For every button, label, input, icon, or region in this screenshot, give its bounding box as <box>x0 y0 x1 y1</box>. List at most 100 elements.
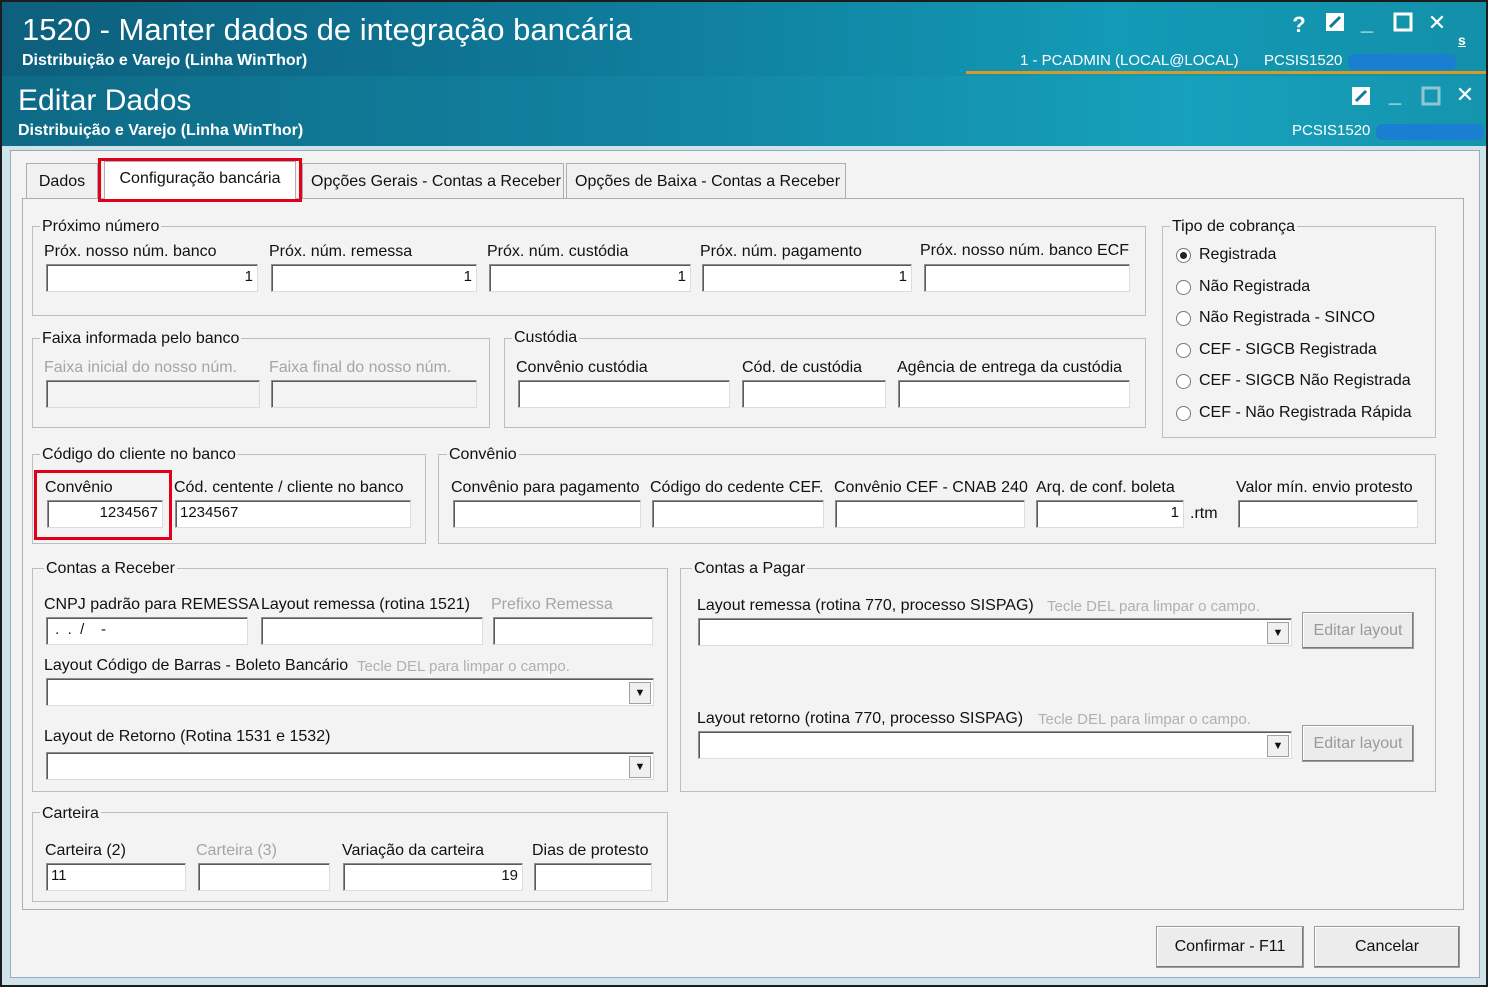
routine-code: PCSIS1520 <box>1264 52 1343 69</box>
dialog-title: Editar Dados <box>18 84 192 117</box>
redacted-info <box>1348 54 1456 70</box>
radio-registrada[interactable] <box>1176 248 1191 263</box>
input-variacao-carteira[interactable]: 19 <box>343 863 523 891</box>
group-codigo-cliente-title: Código do cliente no banco <box>40 446 238 464</box>
highlight-tab-box <box>98 158 302 202</box>
radio-nao-registrada[interactable] <box>1176 280 1191 295</box>
label-prox-remessa: Próx. núm. remessa <box>269 243 413 260</box>
label-variacao-carteira: Variação da carteira <box>342 842 484 859</box>
input-carteira-3[interactable] <box>198 863 330 891</box>
edit-window-icon[interactable] <box>1320 12 1350 38</box>
label-convenio-cnab: Convênio CEF - CNAB 240 <box>834 479 1028 496</box>
hint-layout-barras: Tecle DEL para limpar o campo. <box>357 658 570 675</box>
help-icon[interactable]: ? <box>1284 12 1314 38</box>
input-arq-conf-boleta[interactable]: 1 <box>1036 500 1184 528</box>
input-convenio-cnab[interactable] <box>835 500 1025 528</box>
label-prox-custodia: Próx. núm. custódia <box>487 243 629 260</box>
select-pagar-retorno[interactable]: ▼ <box>698 731 1292 759</box>
label-cod-custodia: Cód. de custódia <box>742 359 863 376</box>
group-convenio <box>438 454 1436 544</box>
dialog-minimize-icon[interactable]: _ <box>1380 82 1410 108</box>
label-dias-protesto: Dias de protesto <box>532 842 649 859</box>
chevron-down-icon[interactable]: ▼ <box>629 682 651 704</box>
radio-cef-sigcb-nao-registrada[interactable] <box>1176 374 1191 389</box>
input-cedente-cef[interactable] <box>652 500 824 528</box>
label-cnpj-remessa: CNPJ padrão para REMESSA <box>44 596 260 613</box>
group-faixa-title: Faixa informada pelo banco <box>40 330 242 348</box>
input-carteira-2[interactable]: 11 <box>46 863 186 891</box>
radio-label-cef-nao-registrada-rapida: CEF - Não Registrada Rápida <box>1199 404 1412 421</box>
input-prox-remessa[interactable]: 1 <box>271 264 477 292</box>
group-convenio-title: Convênio <box>447 446 519 464</box>
label-cedente-cef: Código do cedente CEF. <box>650 479 824 496</box>
input-convenio-pagamento[interactable] <box>453 500 641 528</box>
outer-title-bar: 1520 - Manter dados de integração bancár… <box>0 0 1488 76</box>
dialog-maximize-icon <box>1416 86 1446 112</box>
label-prox-ecf: Próx. nosso núm. banco ECF <box>920 242 1129 259</box>
user-info: 1 - PCADMIN (LOCAL@LOCAL) <box>1020 52 1239 69</box>
input-convenio-custodia[interactable] <box>518 380 730 408</box>
chevron-down-icon[interactable]: ▼ <box>629 756 651 778</box>
side-link[interactable]: s <box>1458 32 1466 48</box>
input-prox-ecf[interactable] <box>924 264 1130 292</box>
select-layout-barras[interactable]: ▼ <box>46 678 654 706</box>
inner-title-bar: Editar Dados Distribuição e Varejo (Linh… <box>0 76 1488 146</box>
cancel-button[interactable]: Cancelar <box>1314 926 1460 968</box>
confirm-button[interactable]: Confirmar - F11 <box>1156 926 1304 968</box>
chevron-down-icon[interactable]: ▼ <box>1267 735 1289 757</box>
group-carteira-title: Carteira <box>40 805 101 823</box>
radio-cef-nao-registrada-rapida[interactable] <box>1176 406 1191 421</box>
label-cod-cedente: Cód. centente / cliente no banco <box>174 479 404 496</box>
select-layout-retorno[interactable]: ▼ <box>46 752 654 780</box>
input-cod-custodia[interactable] <box>742 380 886 408</box>
tab-dados[interactable]: Dados <box>26 163 98 199</box>
input-layout-remessa[interactable] <box>261 617 483 645</box>
radio-label-cef-sigcb-nao-registrada: CEF - SIGCB Não Registrada <box>1199 372 1411 389</box>
select-pagar-remessa[interactable]: ▼ <box>698 618 1292 646</box>
label-carteira-3: Carteira (3) <box>196 842 277 859</box>
label-layout-barras: Layout Código de Barras - Boleto Bancári… <box>44 657 349 674</box>
input-prox-pagamento[interactable]: 1 <box>702 264 912 292</box>
tab-opcoes-gerais[interactable]: Opções Gerais - Contas a Receber <box>302 163 564 199</box>
edit-layout-remessa-button[interactable]: Editar layout <box>1302 612 1414 649</box>
radio-label-cef-sigcb-registrada: CEF - SIGCB Registrada <box>1199 341 1377 358</box>
group-contas-pagar-title: Contas a Pagar <box>692 560 808 578</box>
group-contas-receber-title: Contas a Receber <box>44 560 177 578</box>
edit-dialog-icon[interactable] <box>1346 86 1376 112</box>
radio-label-registrada: Registrada <box>1199 246 1277 263</box>
radio-cef-sigcb-registrada[interactable] <box>1176 343 1191 358</box>
input-agencia-custodia[interactable] <box>898 380 1130 408</box>
input-dias-protesto[interactable] <box>534 863 652 891</box>
label-prox-pagamento: Próx. núm. pagamento <box>700 243 862 260</box>
label-prox-nosso-num: Próx. nosso núm. banco <box>44 243 217 260</box>
dialog-close-icon[interactable]: ✕ <box>1450 82 1480 108</box>
group-tipo-cobranca-title: Tipo de cobrança <box>1170 218 1298 236</box>
radio-nao-registrada-sinco[interactable] <box>1176 311 1191 326</box>
radio-label-nao-registrada-sinco: Não Registrada - SINCO <box>1199 309 1376 326</box>
input-prox-custodia[interactable]: 1 <box>489 264 691 292</box>
input-prox-nosso-num[interactable]: 1 <box>46 264 258 292</box>
input-cod-cedente[interactable]: 1234567 <box>175 500 411 528</box>
minimize-icon[interactable]: _ <box>1352 10 1382 36</box>
edit-layout-retorno-button[interactable]: Editar layout <box>1302 725 1414 762</box>
label-layout-remessa: Layout remessa (rotina 1521) <box>261 596 470 613</box>
input-valor-min-protesto[interactable] <box>1238 500 1418 528</box>
label-carteira-2: Carteira (2) <box>45 842 126 859</box>
label-convenio-custodia: Convênio custódia <box>516 359 648 376</box>
input-prefixo-remessa[interactable] <box>493 617 653 645</box>
window-title: 1520 - Manter dados de integração bancár… <box>22 12 633 47</box>
maximize-icon[interactable] <box>1388 12 1418 38</box>
label-pagar-retorno: Layout retorno (rotina 770, processo SIS… <box>697 710 1024 727</box>
label-convenio-pagamento: Convênio para pagamento <box>451 479 640 496</box>
label-valor-min-protesto: Valor mín. envio protesto <box>1236 479 1413 496</box>
input-cnpj-remessa[interactable]: . . / - <box>46 617 248 645</box>
close-icon[interactable]: ✕ <box>1422 10 1452 36</box>
input-faixa-inicial <box>46 380 260 408</box>
highlight-convenio-box <box>34 470 172 540</box>
group-proximo-numero-title: Próximo número <box>40 218 162 236</box>
tab-opcoes-baixa[interactable]: Opções de Baixa - Contas a Receber <box>566 163 846 199</box>
input-faixa-final <box>271 380 477 408</box>
label-faixa-final: Faixa final do nosso núm. <box>269 359 452 376</box>
label-layout-retorno: Layout de Retorno (Rotina 1531 e 1532) <box>44 728 331 745</box>
chevron-down-icon[interactable]: ▼ <box>1267 622 1289 644</box>
